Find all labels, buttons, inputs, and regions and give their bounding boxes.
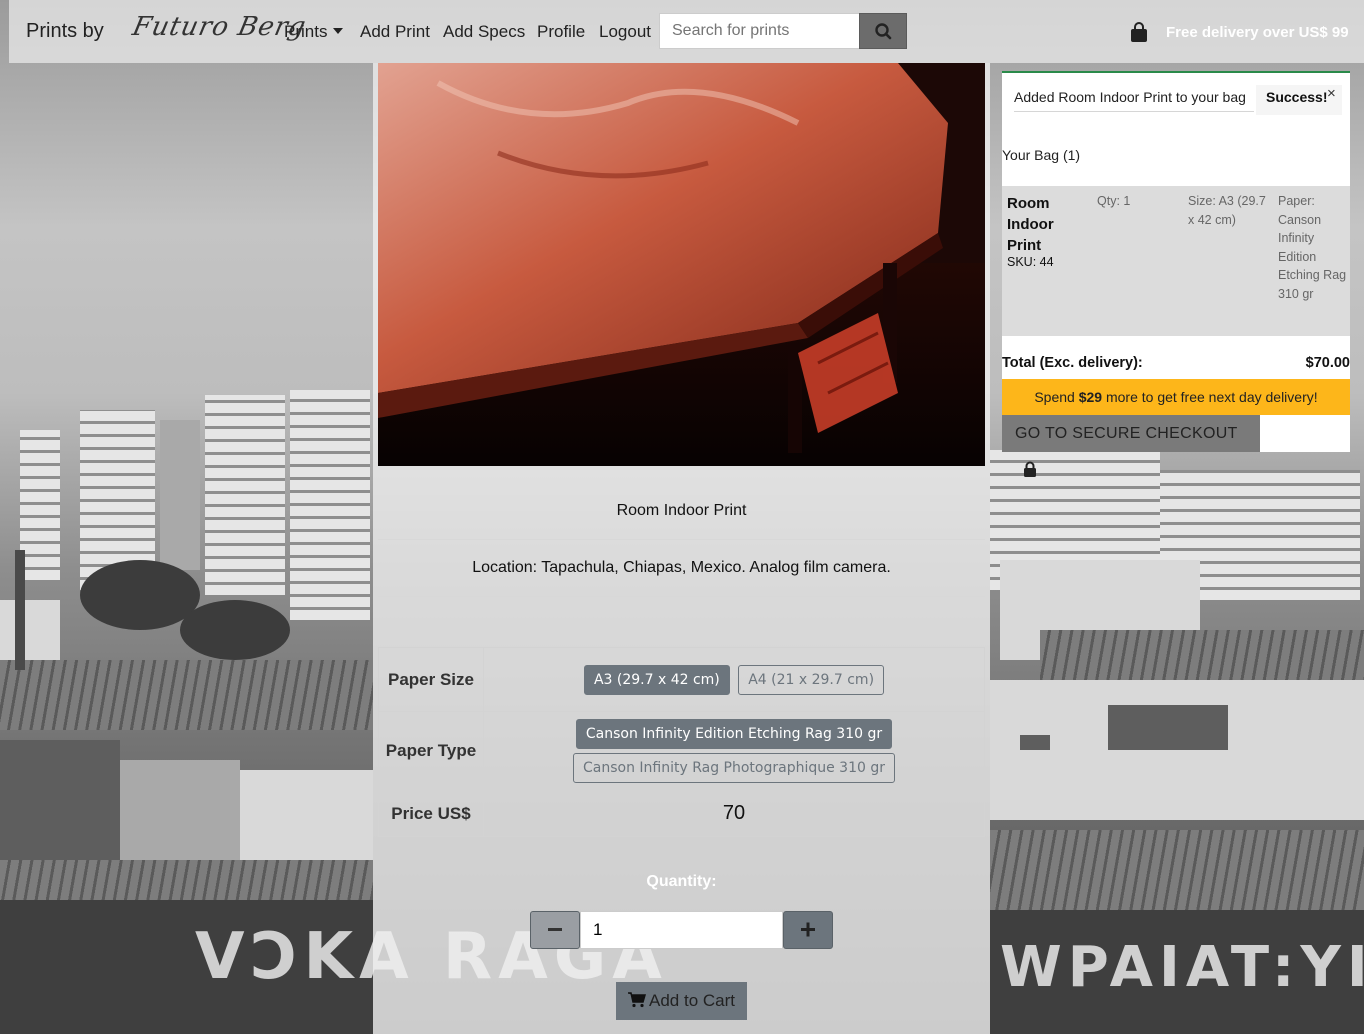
add-to-cart-button[interactable]: Add to Cart (616, 982, 747, 1020)
product-description: Location: Tapachula, Chiapas, Mexico. An… (378, 540, 985, 597)
paper-type-label: Paper Type (378, 711, 484, 791)
nav-prints-dropdown[interactable]: Prints (284, 22, 344, 42)
toast-message: Added Room Indoor Print to your bag (1014, 89, 1254, 112)
close-icon[interactable]: × (1327, 85, 1336, 102)
paper-size-option-a3[interactable]: A3 (29.7 x 42 cm) (583, 664, 730, 695)
price-label: Price US$ (378, 790, 484, 837)
search-input[interactable] (659, 13, 859, 49)
paper-size-options: A3 (29.7 x 42 cm) A4 (21 x 29.7 cm) (483, 647, 985, 712)
shopping-bag-icon[interactable] (1129, 22, 1149, 44)
search-icon (875, 23, 892, 40)
paper-type-options: Canson Infinity Edition Etching Rag 310 … (483, 711, 985, 791)
spend-amount: $29 (1078, 389, 1103, 405)
navbar: Prints by Futuro Berg Prints Add Print A… (9, 0, 1364, 63)
bag-popover: Added Room Indoor Print to your bag Succ… (1002, 71, 1350, 477)
bag-total-label: Total (Exc. delivery): (1002, 355, 1143, 371)
free-delivery-banner: Free delivery over US$ 99 (1166, 24, 1349, 41)
nav-add-print[interactable]: Add Print (360, 22, 430, 42)
brand-logo[interactable]: Futuro Berg (130, 12, 309, 42)
bag-item-size: Size: A3 (29.7 x 42 cm) (1188, 194, 1266, 227)
bag-item-name: Room Indoor Print (1007, 195, 1054, 254)
quantity-label: Quantity: (646, 873, 717, 890)
nav-logout[interactable]: Logout (599, 22, 651, 42)
quantity-increment-button[interactable] (783, 911, 833, 949)
paper-type-option-rag-photographique[interactable]: Canson Infinity Rag Photographique 310 g… (573, 753, 895, 783)
brand-text[interactable]: Prints by (26, 20, 104, 43)
product-image (378, 63, 985, 466)
minus-icon (548, 928, 562, 931)
quantity-input[interactable] (580, 911, 783, 949)
paper-size-label: Paper Size (378, 647, 484, 712)
spend-prefix: Spend (1034, 389, 1079, 405)
secure-checkout-button[interactable]: GO TO SECURE CHECKOUT (1002, 415, 1260, 477)
spend-suffix: more to get free next day delivery! (1102, 389, 1318, 405)
nav-profile[interactable]: Profile (537, 22, 585, 42)
cart-icon (628, 992, 646, 1008)
bag-item-qty: Qty: 1 (1097, 194, 1131, 208)
bag-title: Your Bag (1) (1002, 147, 1081, 163)
product-spec-table: Paper Size A3 (29.7 x 42 cm) A4 (21 x 29… (378, 647, 985, 837)
bag-total-value: $70.00 (1305, 355, 1350, 371)
nav-add-specs[interactable]: Add Specs (443, 22, 525, 42)
product-title: Room Indoor Print (378, 483, 985, 540)
plus-icon (801, 922, 815, 937)
product-detail: Room Indoor Print Location: Tapachula, C… (373, 63, 990, 1034)
add-to-cart-label: Add to Cart (649, 991, 735, 1010)
checkout-label: GO TO SECURE CHECKOUT (1015, 425, 1238, 442)
lock-icon (1024, 461, 1036, 477)
graffiti-right: WPAIAT:YIKO (1000, 935, 1364, 1000)
search-button[interactable] (859, 13, 907, 49)
bag-item-paper: Paper: Canson Infinity Edition Etching R… (1278, 194, 1347, 301)
paper-size-option-a4[interactable]: A4 (21 x 29.7 cm) (738, 664, 885, 695)
nav-prints-label: Prints (284, 22, 328, 41)
paper-type-option-etching-rag[interactable]: Canson Infinity Edition Etching Rag 310 … (575, 719, 893, 749)
bag-item-sku: SKU: 44 (1007, 255, 1054, 269)
chevron-down-icon (333, 28, 344, 34)
bag-line-item: Room Indoor Print SKU: 44 Qty: 1 Size: A… (1002, 186, 1350, 336)
price-value: 70 (483, 790, 985, 837)
quantity-decrement-button[interactable] (530, 911, 580, 949)
free-delivery-progress-message: Spend $29 more to get free next day deli… (1002, 379, 1350, 415)
